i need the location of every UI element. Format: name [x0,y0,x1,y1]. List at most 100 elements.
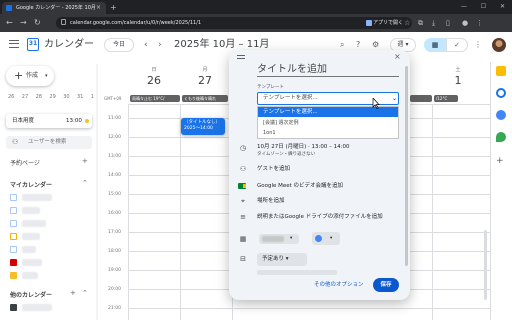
apps-grid-icon[interactable]: ⋮ [474,38,482,52]
download-icon[interactable]: ⤓ [432,14,435,32]
extensions-icon[interactable]: ⧉ [418,14,423,32]
template-option[interactable]: 1on1 [263,128,276,138]
browser-menu-icon[interactable]: ⋮ [476,14,483,32]
add-guests-field[interactable]: ゲストを追加 [257,164,290,174]
maximize-icon[interactable]: ☐ [481,0,486,14]
booking-pages-title[interactable]: 予約ページ [10,158,40,167]
my-calendars-title[interactable]: マイカレンダー [10,180,52,189]
chevron-down-icon: ⌄ [392,95,398,102]
tasks-view-toggle[interactable]: ✓ [446,38,468,52]
browser-tab[interactable]: Google カレンダー - 2025年 10月 [2,2,106,14]
draft-event-block[interactable]: （タイトルなし） 2025～14:00 [181,118,225,135]
allday-weather-event[interactable] [410,95,432,102]
hour-label: 11:00 [108,116,121,121]
today-button[interactable]: 今日 [104,38,134,52]
mini-date[interactable]: 28 [36,94,42,100]
event-title-input[interactable]: タイトルを追加 [257,63,399,77]
reload-icon[interactable]: ↻ [34,14,41,32]
sidepanel-icon[interactable]: ▯ [446,14,450,32]
maps-icon[interactable] [496,132,506,142]
contacts-icon[interactable] [496,110,506,120]
clock-icon: ◷ [239,144,247,152]
chevron-up-icon[interactable]: ⌃ [82,289,88,297]
calendar-checkbox[interactable] [10,194,17,201]
add-booking-icon[interactable]: + [82,157,88,165]
mini-date[interactable]: 31 [77,94,83,100]
add-location-field[interactable]: 場所を追加 [257,196,285,206]
hour-label: 13:00 [108,154,121,159]
url-input[interactable]: calendar.google.com/calendar/u/0/r/week/… [56,17,412,29]
window-controls[interactable]: — ☐ ✕ [454,0,512,14]
visibility-select-partial[interactable] [257,270,337,275]
availability-select[interactable]: 予定あり ▾ [257,253,307,266]
template-option[interactable]: [会議] 週次定例 [263,118,299,128]
grid-scrollbar[interactable] [484,230,487,300]
calendar-checkbox[interactable] [10,233,17,240]
holiday-name: 日本用度 [12,118,35,124]
user-search-input[interactable]: ユーザーを検索 [6,136,92,149]
add-addon-icon[interactable]: + [496,156,504,166]
add-description-field[interactable]: 説明またはGoogle ドライブの添付ファイルを追加 [257,212,383,222]
tasks-icon[interactable] [496,88,506,98]
close-window-icon[interactable]: ✕ [500,0,505,14]
add-calendar-icon[interactable]: + [70,289,76,297]
app-title[interactable]: カレンダー [44,39,94,51]
hour-label: 21:00 [108,306,121,311]
calendar-checkbox-checked[interactable] [10,259,17,266]
add-meet-button[interactable]: Google Meet のビデオ会議を追加 [257,181,343,191]
open-in-app-button[interactable]: アプリで開く [364,18,403,28]
calendar-name-blurred [22,246,36,253]
day-number[interactable]: 27 [195,74,215,88]
event-datetime-sub[interactable]: タイムゾーン・繰り返さない [257,151,315,157]
day-number[interactable]: 26 [144,74,164,88]
hour-label: 20:00 [108,287,121,292]
allday-weather-event[interactable]: くもり後晴々晴れ [182,95,228,102]
previous-period-button[interactable]: ‹ [144,38,148,52]
mini-date[interactable]: 1 [91,94,94,100]
hour-label: 16:00 [108,211,121,216]
next-period-button[interactable]: › [158,38,162,52]
calendar-checkbox[interactable] [10,246,17,253]
hour-label: 17:00 [108,230,121,235]
calendar-view-toggle[interactable]: ▦ [424,38,446,52]
minimize-icon[interactable]: — [461,0,467,14]
mini-date[interactable]: 30 [63,94,69,100]
calendar-checkbox-checked[interactable] [10,304,17,311]
sidebar-scrollbar[interactable] [96,64,98,320]
calendar-checkbox[interactable] [10,207,17,214]
main-menu-icon[interactable] [9,40,19,48]
back-icon[interactable]: ← [6,14,13,32]
hour-label: 19:00 [108,268,121,273]
other-calendars-title[interactable]: 他のカレンダー [10,290,52,299]
dialog-scrollbar[interactable] [405,66,408,266]
more-options-button[interactable]: その他のオプション [314,280,364,290]
mini-date[interactable]: 29 [49,94,55,100]
chevron-up-icon[interactable]: ⌃ [82,179,88,187]
calendar-name-blurred [22,304,52,311]
drag-handle-icon[interactable] [237,55,245,59]
mini-date[interactable]: 27 [22,94,28,100]
mini-calendar-week[interactable]: 26 27 28 29 30 31 1 [8,94,94,100]
allday-weather-event[interactable]: /12°C [434,95,458,102]
calendar-checkbox-checked[interactable] [10,272,17,279]
bookmark-star-icon[interactable]: ☆ [404,14,410,32]
new-tab-button[interactable]: + [110,2,117,14]
site-info-icon[interactable] [61,19,66,25]
calendar-checkbox[interactable] [10,220,17,227]
mini-date[interactable]: 26 [8,94,14,100]
logo-day: 31 [28,40,38,47]
tab-close-icon[interactable]: × [96,2,101,14]
hour-label: 14:00 [108,173,121,178]
location-pin-icon: ⌖ [241,197,245,205]
keep-icon[interactable] [496,66,506,76]
holiday-time: 13:00 [66,118,82,124]
close-icon[interactable]: × [394,52,401,62]
avatar[interactable] [492,38,506,52]
allday-weather-event[interactable]: 雨晴々止む 19°C/ [130,95,180,102]
day-number[interactable]: 1 [448,74,468,88]
save-button[interactable]: 保存 [373,278,399,292]
chevron-down-icon: ▾ [330,236,333,241]
profile-icon[interactable]: ● [462,14,468,32]
calendar-name-blurred [262,236,284,242]
forward-icon[interactable]: → [20,14,27,32]
